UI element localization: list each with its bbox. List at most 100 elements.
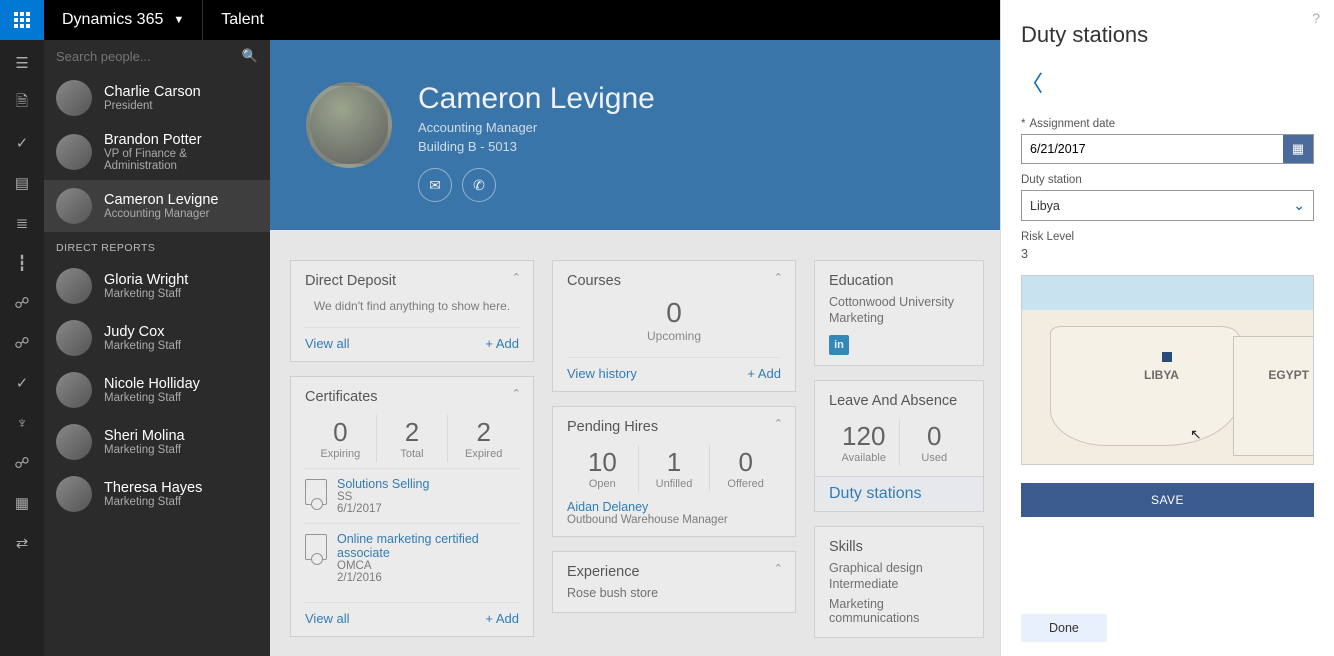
card-title: Education [829, 273, 969, 289]
person-item-selected[interactable]: Cameron Levigne Accounting Manager [44, 180, 270, 232]
card-title: Leave And Absence [829, 393, 969, 409]
report-item[interactable]: Nicole Holliday Marketing Staff [44, 364, 270, 416]
map-preview[interactable]: LIBYA EGYPT ↖ [1021, 275, 1314, 465]
rail-tree-icon[interactable]: ♆ [0, 412, 44, 434]
module-label[interactable]: Talent [202, 0, 282, 40]
report-item[interactable]: Judy Cox Marketing Staff [44, 312, 270, 364]
certificate-item[interactable]: Solutions Selling SS 6/1/2017 [305, 468, 519, 523]
stat-label: Available [835, 452, 893, 464]
education-dept: Marketing [829, 311, 969, 327]
skill-item: Graphical design [829, 555, 969, 577]
rail-swap-icon[interactable]: ⇄ [0, 532, 44, 554]
back-button[interactable]: 〈 [1021, 66, 1043, 98]
add-button[interactable]: + Add [485, 336, 519, 351]
collapse-icon[interactable]: ⌃ [512, 271, 521, 284]
person-title: Marketing Staff [104, 496, 202, 508]
avatar [56, 476, 92, 512]
stat-value: 2 [454, 417, 513, 448]
help-button[interactable]: ? [1312, 10, 1320, 26]
cert-title: Solutions Selling [337, 477, 429, 491]
app-launcher-button[interactable] [0, 0, 44, 40]
calendar-button[interactable]: ▦ [1283, 135, 1313, 163]
profile-hero: Cameron Levigne Accounting Manager Build… [270, 40, 1000, 230]
map-label-egypt: EGYPT [1268, 368, 1309, 382]
panel-title: Duty stations [1021, 22, 1314, 48]
phone-button[interactable]: ✆ [462, 168, 496, 202]
rail-check-icon[interactable]: ✓ [0, 132, 44, 154]
save-button[interactable]: SAVE [1021, 483, 1314, 517]
person-item[interactable]: Brandon Potter VP of Finance & Administr… [44, 124, 270, 180]
collapse-icon[interactable]: ⌃ [774, 271, 783, 284]
stat-value: 0 [311, 417, 370, 448]
avatar [56, 80, 92, 116]
profile-name: Cameron Levigne [418, 82, 655, 116]
rail-orgchart-icon[interactable]: ┇ [0, 252, 44, 274]
person-title: Accounting Manager [104, 208, 218, 220]
assignment-date-input[interactable] [1022, 135, 1283, 163]
stat-value: 0 [716, 447, 775, 478]
person-title: VP of Finance & Administration [104, 148, 258, 172]
view-all-link[interactable]: View all [305, 336, 350, 351]
stat-label: Used [906, 452, 964, 464]
avatar [56, 424, 92, 460]
experience-item: Rose bush store [567, 580, 781, 602]
rail-list-icon[interactable]: ≣ [0, 212, 44, 234]
duty-stations-link[interactable]: Duty stations [829, 485, 921, 502]
mail-icon: ✉ [429, 177, 441, 194]
experience-card: ⌃ Experience Rose bush store [552, 551, 796, 613]
stat-label: Expired [454, 448, 513, 460]
stat-value: 1 [645, 447, 704, 478]
search-icon[interactable]: 🔍 [242, 48, 258, 64]
person-name: Nicole Holliday [104, 376, 200, 392]
cards-area: ⌃ Direct Deposit We didn't find anything… [290, 250, 1000, 656]
collapse-icon[interactable]: ⌃ [512, 387, 521, 400]
cert-date: 2/1/2016 [337, 572, 519, 584]
add-button[interactable]: + Add [747, 366, 781, 381]
certificate-icon [305, 479, 327, 505]
certificate-item[interactable]: Online marketing certified associate OMC… [305, 523, 519, 592]
card-title: Experience [567, 564, 781, 580]
rail-clipboard-icon[interactable]: ▤ [0, 172, 44, 194]
add-button[interactable]: + Add [485, 611, 519, 626]
collapse-icon[interactable]: ⌃ [774, 417, 783, 430]
map-label-libya: LIBYA [1144, 368, 1179, 382]
risk-level-label: Risk Level [1021, 231, 1314, 243]
person-title: Marketing Staff [104, 340, 181, 352]
profile-avatar [306, 82, 392, 168]
duty-station-select[interactable]: Libya ⌄ [1021, 190, 1314, 221]
rail-person2-icon[interactable]: ☍ [0, 332, 44, 354]
brand-dropdown[interactable]: Dynamics 365 ▼ [44, 11, 202, 29]
person-name: Brandon Potter [104, 132, 258, 148]
hire-name[interactable]: Aidan Delaney [567, 500, 781, 514]
view-all-link[interactable]: View all [305, 611, 350, 626]
linkedin-icon[interactable]: in [829, 335, 849, 355]
email-button[interactable]: ✉ [418, 168, 452, 202]
rail-doc-icon[interactable]: 🗎 [0, 92, 44, 114]
view-history-link[interactable]: View history [567, 366, 637, 381]
stat-value: 0 [567, 297, 781, 329]
rail-person3-icon[interactable]: ☍ [0, 452, 44, 474]
search-input[interactable] [56, 49, 242, 64]
report-item[interactable]: Gloria Wright Marketing Staff [44, 260, 270, 312]
courses-card: ⌃ Courses 0 Upcoming View history + Add [552, 260, 796, 392]
assignment-date-field: ▦ [1021, 134, 1314, 164]
report-item[interactable]: Sheri Molina Marketing Staff [44, 416, 270, 468]
education-card: Education Cottonwood University Marketin… [814, 260, 984, 366]
profile-role: Accounting Manager [418, 120, 655, 135]
skills-card: Skills Graphical design Intermediate Mar… [814, 526, 984, 638]
stat-label: Unfilled [645, 478, 704, 490]
collapse-icon[interactable]: ⌃ [774, 562, 783, 575]
stat-label: Expiring [311, 448, 370, 460]
stat-value: 120 [835, 421, 893, 452]
rail-menu-icon[interactable]: ☰ [0, 52, 44, 74]
rail-grid-icon[interactable]: ▦ [0, 492, 44, 514]
rail-person-icon[interactable]: ☍ [0, 292, 44, 314]
avatar [56, 188, 92, 224]
assignment-date-label: *Assignment date [1021, 118, 1314, 130]
report-item[interactable]: Theresa Hayes Marketing Staff [44, 468, 270, 520]
done-button[interactable]: Done [1021, 614, 1107, 642]
person-title: Marketing Staff [104, 392, 200, 404]
person-item[interactable]: Charlie Carson President [44, 72, 270, 124]
rail-check2-icon[interactable]: ✓ [0, 372, 44, 394]
stat-value: 0 [906, 421, 964, 452]
